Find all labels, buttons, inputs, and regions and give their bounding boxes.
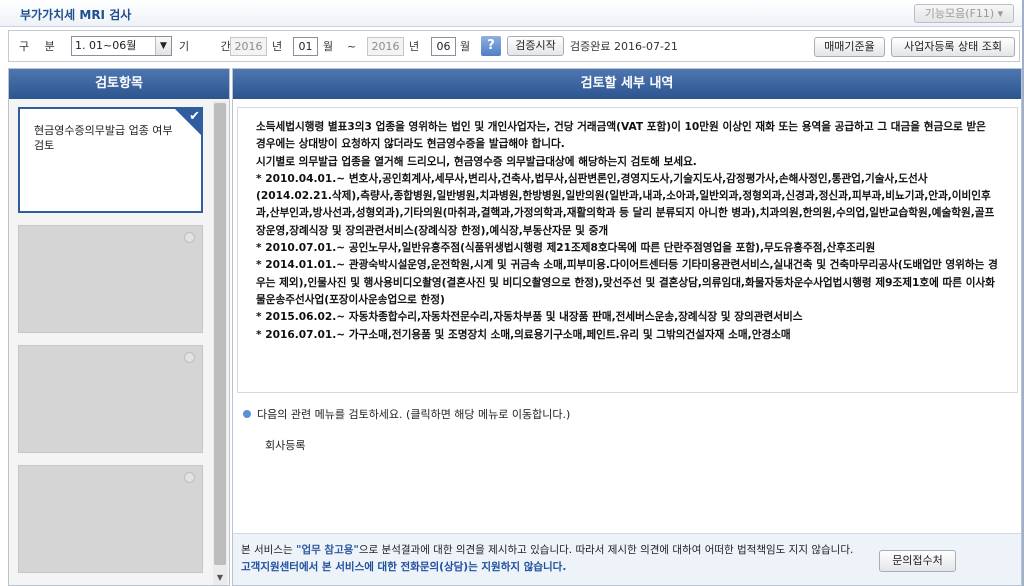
- tilde-label: ~: [347, 40, 357, 53]
- business-status-button[interactable]: 사업자등록 상태 조회: [891, 37, 1015, 57]
- related-menu-text: 다음의 관련 메뉴를 검토하세요. (클릭하면 해당 메뉴로 이동합니다.): [257, 408, 571, 421]
- filter-bar: 구 분 1. 01~06월 ▼ 기 간 2016 년 01 월 ~ 2016 년…: [8, 30, 1020, 62]
- year-unit-label: 년: [272, 40, 283, 53]
- division-value: 1. 01~06월: [75, 39, 137, 52]
- month-unit-label-end: 월: [460, 40, 471, 53]
- disclaimer-footer: 본 서비스는 "업무 참고용"으로 분석결과에 대한 의견을 제시하고 있습니다…: [233, 533, 1021, 585]
- end-year-field[interactable]: 2016: [367, 37, 404, 56]
- year-unit-label-end: 년: [409, 40, 420, 53]
- detail-paragraph: * 2010.07.01.~ 공인노무사,일반유흥주점(식품위생법시행령 제21…: [256, 242, 876, 255]
- chevron-down-icon[interactable]: ▼: [155, 37, 171, 55]
- detail-paragraph: * 2014.01.01.~ 관광숙박시설운영,운전학원,시계 및 귀금속 소매…: [256, 259, 998, 306]
- division-label: 구 분: [19, 40, 61, 53]
- detail-paragraph: 시기별로 의무발급 업종을 열거해 드리오니, 현금영수증 의무발급대상에 해당…: [256, 155, 697, 168]
- detail-content: 소득세법시행령 별표3의3 업종을 영위하는 법인 및 개인사업자는, 건당 거…: [237, 107, 1018, 393]
- check-icon: ✔: [189, 109, 200, 124]
- scroll-down-icon[interactable]: ▼: [213, 571, 227, 585]
- review-items-header: 검토항목: [9, 69, 229, 99]
- detail-header: 검토할 세부 내역: [233, 69, 1021, 99]
- detail-paragraph: * 2016.07.01.~ 가구소매,전기용품 및 조명장치 소매,의료용기구…: [256, 328, 791, 341]
- scrollbar-thumb[interactable]: [214, 103, 226, 565]
- detail-paragraph: * 2010.04.01.~ 변호사,공인회계사,세무사,변리사,건축사,법무사…: [256, 172, 995, 237]
- empty-card: [18, 345, 203, 453]
- inquiry-button[interactable]: 문의접수처: [879, 550, 956, 572]
- title-bar: 부가가치세 MRI 검사 기능모음(F11) ▾: [0, 0, 1024, 27]
- start-year-field[interactable]: 2016: [230, 37, 267, 56]
- window-title: 부가가치세 MRI 검사: [20, 8, 132, 22]
- verify-status: 검증완료 2016-07-21: [570, 40, 678, 53]
- empty-card: [18, 465, 203, 573]
- dot-icon: [184, 472, 195, 483]
- function-menu-button[interactable]: 기능모음(F11) ▾: [914, 4, 1014, 23]
- division-select[interactable]: 1. 01~06월 ▼: [71, 36, 172, 56]
- related-menu-title: 다음의 관련 메뉴를 검토하세요. (클릭하면 해당 메뉴로 이동합니다.): [243, 406, 570, 422]
- start-verify-button[interactable]: 검증시작: [507, 36, 564, 56]
- sales-rate-button[interactable]: 매매기준율: [814, 37, 885, 57]
- detail-paragraph: 소득세법시행령 별표3의3 업종을 영위하는 법인 및 개인사업자는, 건당 거…: [256, 121, 986, 151]
- detail-panel: 검토할 세부 내역 소득세법시행령 별표3의3 업종을 영위하는 법인 및 개인…: [232, 68, 1022, 586]
- detail-paragraph: * 2015.06.02.~ 자동차종합수리,자동차전문수리,자동차부품 및 내…: [256, 311, 803, 324]
- review-items-panel: 검토항목 현금영수증의무발급 업종 여부 검토 ✔ ▼: [8, 68, 230, 586]
- related-menu-link[interactable]: 회사등록: [265, 437, 305, 453]
- empty-card: [18, 225, 203, 333]
- disclaimer-highlight: "업무 참고용": [295, 544, 359, 556]
- bullet-icon: [243, 410, 251, 418]
- disclaimer-part: 본 서비스는: [241, 544, 296, 556]
- left-scrollbar[interactable]: ▼: [213, 101, 227, 585]
- help-icon[interactable]: ?: [481, 36, 501, 56]
- dot-icon: [184, 232, 195, 243]
- start-month-field[interactable]: 01: [293, 37, 318, 56]
- end-month-field[interactable]: 06: [431, 37, 456, 56]
- disclaimer-text: 본 서비스는 "업무 참고용"으로 분석결과에 대한 의견을 제시하고 있습니다…: [241, 542, 861, 576]
- disclaimer-part: 으로 분석결과에 대한 의견을 제시하고 있습니다. 따라서 제시한 의견에 대…: [358, 544, 854, 556]
- review-item-card[interactable]: 현금영수증의무발급 업종 여부 검토 ✔: [18, 107, 203, 213]
- month-unit-label: 월: [323, 40, 334, 53]
- disclaimer-highlight: 고객지원센터에서 본 서비스에 대한 전화문의(상담)는 지원하지 않습니다.: [241, 561, 567, 573]
- dot-icon: [184, 352, 195, 363]
